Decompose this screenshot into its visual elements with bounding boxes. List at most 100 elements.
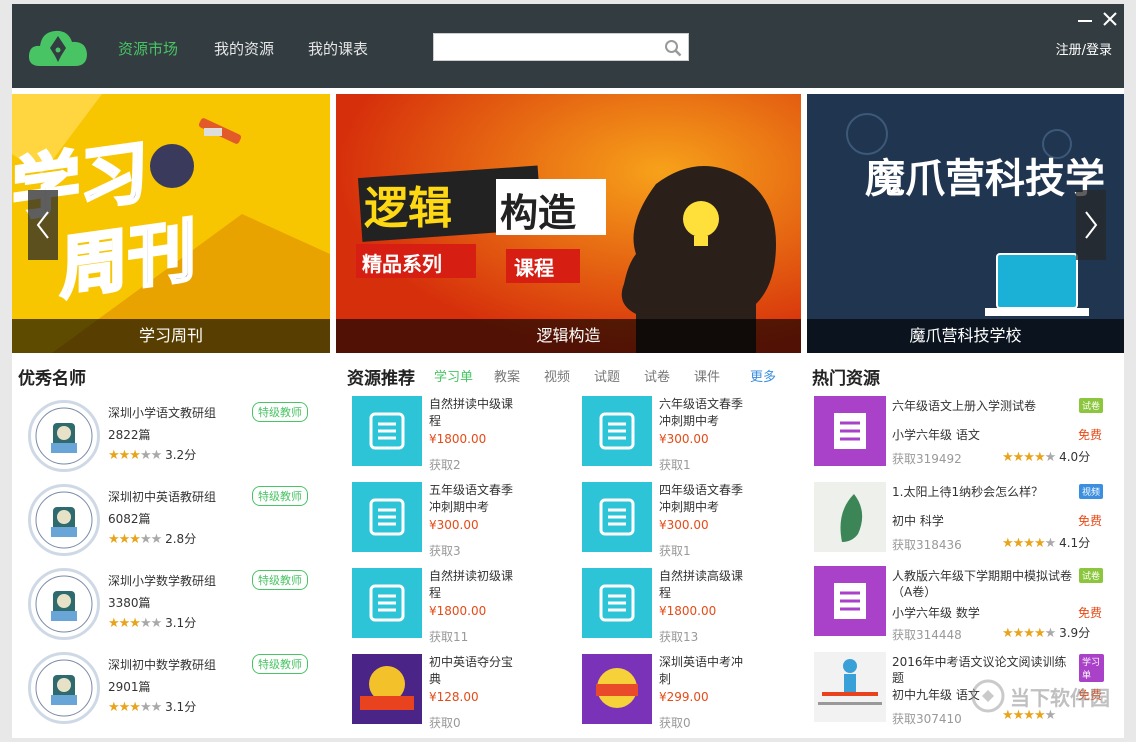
tab-lesson-plan[interactable]: 教案 bbox=[494, 366, 520, 385]
resource-price: ¥299.00 bbox=[659, 690, 709, 704]
resource-acquired: 获取11 bbox=[429, 630, 469, 644]
resource-card[interactable]: 自然拼读初级课程 ¥1800.00 获取11 bbox=[352, 568, 577, 648]
login-register-link[interactable]: 注册/登录 bbox=[1056, 39, 1112, 58]
search-input[interactable] bbox=[434, 34, 654, 60]
cloud-pen-logo-icon[interactable] bbox=[28, 22, 88, 70]
teacher-card[interactable]: 深圳初中英语教研组 特级教师 6082篇 ★★★★★ 2.8分 bbox=[26, 484, 326, 564]
teacher-rating: ★★★★★ 3.2分 bbox=[108, 446, 196, 463]
document-icon bbox=[599, 498, 635, 536]
resource-card[interactable]: 六年级语文春季冲刺期中考 ¥300.00 获取1 bbox=[582, 396, 807, 476]
banner-logic-construction[interactable]: 逻辑 构造 精品系列 课程 逻辑构造 bbox=[336, 94, 801, 353]
resource-price: ¥300.00 bbox=[659, 518, 709, 532]
document-icon bbox=[834, 413, 866, 449]
resource-card[interactable]: 初中英语夺分宝典 ¥128.00 获取0 bbox=[352, 654, 577, 734]
resource-title: 五年级语文春季冲刺期中考 bbox=[429, 483, 514, 514]
resource-card[interactable]: 自然拼读高级课程 ¥1800.00 获取13 bbox=[582, 568, 807, 648]
teacher-card[interactable]: 深圳小学数学教研组 特级教师 3380篇 ★★★★★ 3.1分 bbox=[26, 568, 326, 648]
teacher-avatar bbox=[28, 652, 100, 724]
teacher-count: 2901篇 bbox=[108, 680, 151, 694]
resource-thumb bbox=[582, 482, 652, 552]
hot-thumb bbox=[814, 482, 886, 552]
nav-my-resources[interactable]: 我的资源 bbox=[214, 38, 274, 59]
hot-price: 免费 bbox=[1078, 514, 1103, 528]
hot-resource-item[interactable]: 六年级语文上册入学测试卷 试卷 小学六年级 语文 免费 获取319492 ★★★… bbox=[814, 396, 1104, 476]
resource-thumb bbox=[352, 396, 422, 466]
hot-price: 免费 bbox=[1078, 606, 1103, 620]
resource-thumb bbox=[352, 654, 422, 724]
minimize-icon[interactable] bbox=[1074, 8, 1096, 30]
teacher-name: 深圳小学数学教研组 bbox=[108, 574, 217, 588]
teacher-score: 3.1分 bbox=[165, 616, 197, 630]
nav-my-schedule[interactable]: 我的课表 bbox=[308, 38, 368, 59]
document-icon bbox=[599, 412, 635, 450]
resource-card[interactable]: 四年级语文春季冲刺期中考 ¥300.00 获取1 bbox=[582, 482, 807, 562]
star-rating-icon: ★★★★★ bbox=[108, 532, 162, 547]
search-icon[interactable] bbox=[664, 39, 682, 57]
hot-resource-item[interactable]: 人教版六年级下学期期中模拟试卷（A卷） 试卷 小学六年级 数学 免费 获取314… bbox=[814, 566, 1104, 646]
teacher-avatar bbox=[28, 568, 100, 640]
watermark-text: 当下软件园 bbox=[1010, 686, 1110, 710]
resource-price: ¥1800.00 bbox=[659, 604, 717, 618]
resource-price: ¥1800.00 bbox=[429, 432, 487, 446]
tab-exam-papers[interactable]: 试卷 bbox=[644, 366, 670, 385]
tab-video[interactable]: 视频 bbox=[544, 366, 570, 385]
star-rating-icon: ★★★★★ bbox=[108, 700, 162, 715]
resource-price: ¥300.00 bbox=[429, 518, 479, 532]
teacher-score: 3.2分 bbox=[165, 448, 197, 462]
teacher-avatar bbox=[28, 400, 100, 472]
resource-thumb bbox=[352, 568, 422, 638]
teacher-score: 3.1分 bbox=[165, 700, 197, 714]
banner-study-weekly[interactable]: 学习 周刊 学习周刊 bbox=[12, 94, 330, 353]
resource-title: 深圳英语中考冲刺 bbox=[659, 655, 744, 686]
top-bar: 资源市场 我的资源 我的课表 注册/登录 bbox=[12, 4, 1124, 88]
resource-card[interactable]: 自然拼读中级课程 ¥1800.00 获取2 bbox=[352, 396, 577, 476]
hot-price: 免费 bbox=[1078, 428, 1103, 442]
resource-acquired: 获取3 bbox=[429, 544, 461, 558]
carousel-prev-arrow-icon[interactable] bbox=[28, 190, 58, 260]
teacher-card[interactable]: 深圳小学语文教研组 特级教师 2822篇 ★★★★★ 3.2分 bbox=[26, 400, 326, 480]
hot-grade: 初中九年级 语文 bbox=[892, 688, 980, 702]
hot-resource-item[interactable]: 1.太阳上待1纳秒会怎么样？ 视频 初中 科学 免费 获取318436 ★★★★… bbox=[814, 482, 1104, 562]
close-icon[interactable] bbox=[1099, 8, 1121, 30]
tab-questions[interactable]: 试题 bbox=[594, 366, 620, 385]
hurdle-runner-icon bbox=[818, 659, 882, 705]
banner-art-course: 课程 bbox=[514, 256, 554, 280]
resource-title: 自然拼读初级课程 bbox=[429, 569, 514, 600]
tab-study-sheet[interactable]: 学习单 bbox=[434, 366, 473, 385]
teacher-score: 2.8分 bbox=[165, 532, 197, 546]
teacher-count: 6082篇 bbox=[108, 512, 151, 526]
hot-thumb bbox=[814, 652, 886, 722]
resource-price: ¥300.00 bbox=[659, 432, 709, 446]
avatar-emblem-icon bbox=[35, 407, 93, 465]
star-rating-icon: ★★★★★ bbox=[1002, 626, 1056, 641]
avatar-emblem-icon bbox=[35, 491, 93, 549]
hot-grade: 小学六年级 语文 bbox=[892, 428, 980, 442]
resource-title: 六年级语文春季冲刺期中考 bbox=[659, 397, 744, 428]
document-icon bbox=[834, 583, 866, 619]
teacher-rating: ★★★★★ 3.1分 bbox=[108, 614, 196, 631]
resource-acquired: 获取2 bbox=[429, 458, 461, 472]
hot-acquired: 获取319492 bbox=[892, 452, 962, 466]
banner-caption: 学习周刊 bbox=[12, 319, 330, 353]
teacher-name: 深圳初中英语教研组 bbox=[108, 490, 217, 504]
resource-acquired: 获取0 bbox=[429, 716, 461, 730]
english-guide-cover-icon bbox=[352, 654, 422, 724]
study-weekly-art: 学习 周刊 bbox=[12, 94, 330, 353]
hot-title: 1.太阳上待1纳秒会怎么样？ bbox=[892, 485, 1044, 499]
more-link[interactable]: 更多 bbox=[750, 366, 776, 385]
tab-courseware[interactable]: 课件 bbox=[694, 366, 720, 385]
resource-card[interactable]: 深圳英语中考冲刺 ¥299.00 获取0 bbox=[582, 654, 807, 734]
document-icon bbox=[599, 584, 635, 622]
hot-title: 六年级语文上册入学测试卷 bbox=[892, 399, 1037, 413]
resource-card[interactable]: 五年级语文春季冲刺期中考 ¥300.00 获取3 bbox=[352, 482, 577, 562]
teacher-badge: 特级教师 bbox=[252, 654, 308, 674]
hot-acquired: 获取307410 bbox=[892, 712, 962, 726]
teacher-name: 深圳小学语文教研组 bbox=[108, 406, 217, 420]
teacher-card[interactable]: 深圳初中数学教研组 特级教师 2901篇 ★★★★★ 3.1分 bbox=[26, 652, 326, 732]
hot-rating: ★★★★★ 3.9分 bbox=[1002, 624, 1090, 641]
hot-kind-tag: 试卷 bbox=[1079, 568, 1104, 583]
carousel-next-arrow-icon[interactable] bbox=[1076, 190, 1106, 260]
resource-title: 四年级语文春季冲刺期中考 bbox=[659, 483, 744, 514]
nav-resource-market[interactable]: 资源市场 bbox=[118, 38, 178, 59]
watermark: 当下软件园 bbox=[970, 676, 1120, 716]
